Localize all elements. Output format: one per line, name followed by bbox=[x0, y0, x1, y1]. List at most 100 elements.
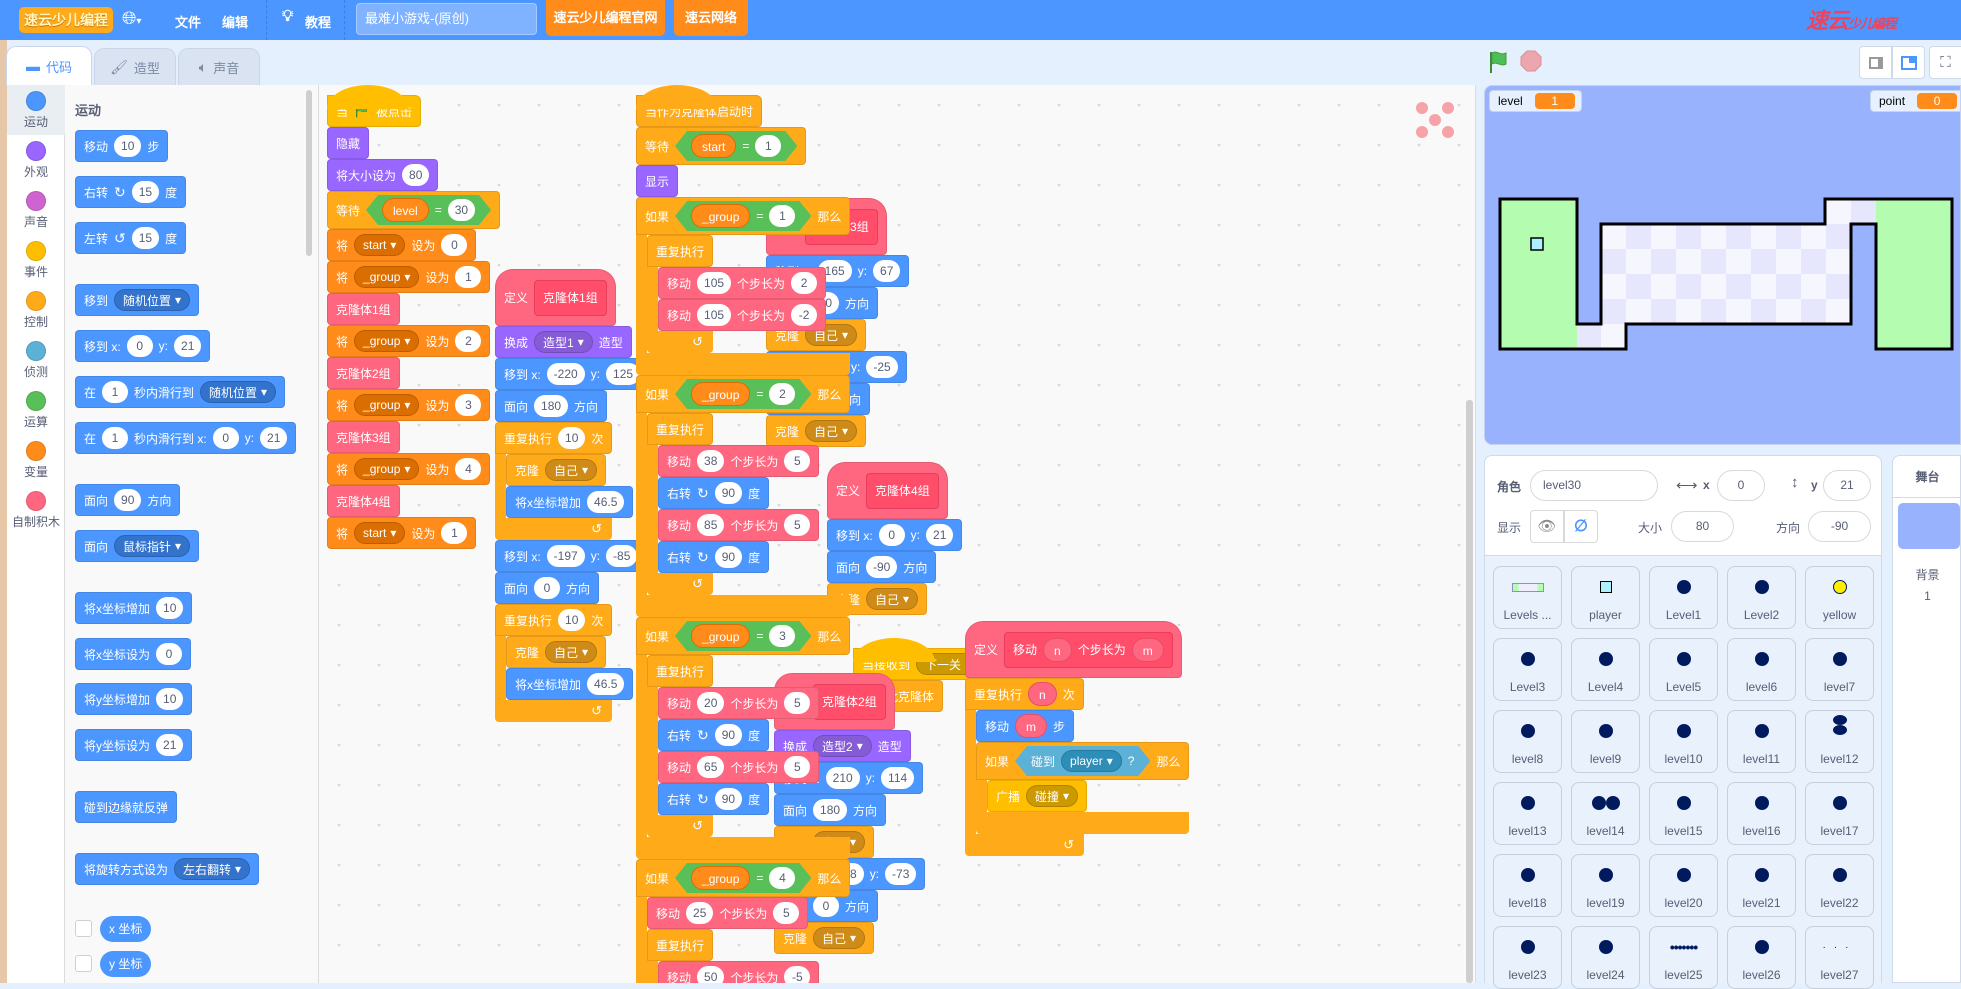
number-input[interactable]: 90 bbox=[114, 489, 142, 511]
y-input[interactable]: 21 bbox=[1823, 470, 1871, 501]
number-input[interactable]: 50 bbox=[697, 966, 725, 983]
code-block[interactable]: 等待 start = 1 bbox=[636, 127, 807, 165]
fullscreen-button[interactable]: ⛶ bbox=[1929, 46, 1961, 79]
variable-monitor-level[interactable]: level 1 bbox=[1489, 90, 1582, 112]
number-input[interactable]: 10 bbox=[156, 597, 184, 619]
c-block-header[interactable]: 如果 _group = 1 那么 bbox=[636, 197, 851, 235]
sprite-tile[interactable]: level17 bbox=[1805, 782, 1874, 845]
code-block[interactable]: 右转 ↻ 90 度 bbox=[658, 541, 770, 573]
sprite-tile[interactable]: Level1 bbox=[1649, 566, 1718, 629]
sprite-tile[interactable]: level23 bbox=[1493, 926, 1562, 989]
number-input[interactable]: 21 bbox=[156, 734, 184, 756]
menu-edit[interactable]: 编辑 bbox=[222, 12, 248, 31]
sprite-tile[interactable]: level26 bbox=[1727, 926, 1796, 989]
debug-dots-icon[interactable] bbox=[1410, 100, 1460, 140]
palette-block[interactable]: 将y坐标增加 10 bbox=[75, 683, 193, 715]
menu-file[interactable]: 文件 bbox=[175, 12, 201, 31]
sprite-tile[interactable]: level7 bbox=[1805, 638, 1874, 701]
sprite-tile[interactable]: level12 bbox=[1805, 710, 1874, 773]
sprite-tile[interactable]: level16 bbox=[1727, 782, 1796, 845]
number-input[interactable]: 21 bbox=[260, 427, 288, 449]
code-block[interactable]: 移动 10 步 bbox=[75, 130, 169, 162]
c-block-header[interactable]: 重复执行 n 次 bbox=[965, 678, 1084, 710]
code-block[interactable]: 克隆体1组 bbox=[327, 293, 400, 325]
touching-condition[interactable]: 碰到 player ▾? bbox=[1015, 746, 1150, 776]
number-input[interactable]: 105 bbox=[697, 304, 732, 326]
dropdown[interactable]: 随机位置 ▾ bbox=[114, 289, 191, 311]
if-block[interactable]: 如果_group=4那么移动25个步长为5重复执行移动50个步长为-5↺ bbox=[636, 859, 851, 983]
number-input[interactable]: 1 bbox=[102, 381, 129, 403]
equals-condition[interactable]: _group = 1 bbox=[675, 201, 811, 231]
argument-reporter[interactable]: n bbox=[1043, 637, 1072, 662]
number-input[interactable]: 1 bbox=[755, 135, 781, 157]
code-block[interactable]: 克隆自己▾ bbox=[506, 454, 607, 486]
if-block[interactable]: 如果 _group = 1 那么 重复执行 移动 105 个步长为 2 移动 105 个步长为 -2 ↺ bbox=[636, 197, 851, 375]
hide-sprite-button[interactable]: ∅ bbox=[1564, 510, 1598, 543]
number-input[interactable]: 2 bbox=[455, 330, 482, 352]
checkbox[interactable] bbox=[75, 955, 92, 972]
green-flag-icon[interactable] bbox=[1487, 50, 1511, 74]
c-block-header[interactable]: 重复执行 bbox=[647, 413, 714, 445]
number-input[interactable]: 30 bbox=[448, 199, 475, 221]
repeat-block[interactable]: 重复执行 移动 105 个步长为 2 移动 105 个步长为 -2 ↺ bbox=[647, 235, 827, 353]
sprite-name-input[interactable]: level30 bbox=[1530, 470, 1658, 501]
number-input[interactable]: 0 bbox=[441, 234, 468, 256]
code-block[interactable]: 右转 ↻ 90 度 bbox=[658, 477, 770, 509]
sprite-tile[interactable]: level19 bbox=[1571, 854, 1640, 917]
custom-block-prototype[interactable]: 克隆体4组 bbox=[866, 472, 939, 509]
c-block-header[interactable]: 重复执行 10 次 bbox=[495, 422, 613, 454]
number-input[interactable]: 1 bbox=[455, 266, 482, 288]
number-input[interactable]: 21 bbox=[174, 335, 202, 357]
sprite-tile[interactable]: level22 bbox=[1805, 854, 1874, 917]
number-input[interactable]: 21 bbox=[926, 524, 954, 546]
script-stack[interactable]: 当被点击 隐藏 将大小设为 80 等待 level = 30 将 start ▾ 设为 0 将 _group… bbox=[327, 85, 501, 549]
number-input[interactable]: 0 bbox=[212, 427, 239, 449]
palette-scrollbar[interactable] bbox=[306, 90, 312, 256]
c-block-header[interactable]: 如果 _group = 3 那么 bbox=[636, 617, 851, 655]
argument-reporter[interactable]: m bbox=[1131, 637, 1164, 662]
number-input[interactable]: 10 bbox=[558, 609, 586, 631]
code-block[interactable]: 将y坐标设为 21 bbox=[75, 729, 193, 761]
category-looks[interactable]: 外观 bbox=[7, 135, 65, 185]
code-block[interactable]: 面向 180 方向 bbox=[495, 390, 608, 422]
hat-block[interactable]: 当 被点击 bbox=[327, 85, 422, 127]
sprite-tile[interactable]: level24 bbox=[1571, 926, 1640, 989]
number-input[interactable]: 38 bbox=[697, 450, 725, 472]
code-block[interactable]: 将 start ▾ 设为 1 bbox=[327, 517, 477, 549]
dropdown[interactable]: 自己▾ bbox=[545, 641, 598, 663]
sprite-tile[interactable]: Level4 bbox=[1571, 638, 1640, 701]
dropdown[interactable]: 左右翻转 ▾ bbox=[174, 858, 251, 880]
number-input[interactable]: 90 bbox=[714, 546, 743, 568]
sprite-tile[interactable]: ··· level27 bbox=[1805, 926, 1874, 989]
repeat-block[interactable]: 重复执行移动50个步长为-5↺ bbox=[647, 929, 820, 983]
sprite-tile[interactable]: Level5 bbox=[1649, 638, 1718, 701]
script-area-scrollbar[interactable] bbox=[1466, 400, 1473, 983]
logo[interactable]: 速云少儿编程 bbox=[19, 7, 113, 33]
repeat-block[interactable]: 重复执行 10 次克隆 自己 ▾ 将x坐标增加 46.5 ↺ bbox=[495, 604, 634, 722]
argument-reporter[interactable]: n bbox=[1028, 682, 1057, 706]
sprite-tile[interactable]: Levels ... bbox=[1493, 566, 1562, 629]
variable-reporter[interactable]: _group bbox=[691, 624, 750, 648]
code-block[interactable]: 移到 x: 0 y: 21 bbox=[75, 330, 211, 362]
palette-block[interactable]: 移到 x: 0 y: 21 bbox=[75, 330, 211, 362]
c-block-header[interactable]: 重复执行 bbox=[647, 235, 714, 267]
number-input[interactable]: 125 bbox=[606, 363, 641, 385]
small-stage-button[interactable] bbox=[1859, 46, 1892, 79]
code-block[interactable]: 面向 鼠标指针 ▾ bbox=[75, 530, 200, 562]
code-block[interactable]: 换成 造型1 ▾ 造型 bbox=[495, 326, 632, 358]
variable-reporter[interactable]: _group bbox=[691, 382, 750, 406]
category-control[interactable]: 控制 bbox=[7, 285, 65, 335]
tab-code[interactable]: ▬ 代码 bbox=[6, 46, 92, 85]
sprite-tile[interactable]: level13 bbox=[1493, 782, 1562, 845]
define-block[interactable]: 定义 移动 n 个步长为 m bbox=[965, 621, 1182, 678]
code-block[interactable]: 移到 随机位置 ▾ bbox=[75, 284, 200, 316]
script-area[interactable]: 当被点击 隐藏 将大小设为 80 等待 level = 30 将 start ▾ 设为 0 将 _group… bbox=[319, 85, 1476, 983]
show-sprite-button[interactable]: 👁︎ bbox=[1530, 510, 1564, 543]
palette-block[interactable]: 将x坐标设为 0 bbox=[75, 638, 192, 670]
backdrop-thumbnail[interactable] bbox=[1898, 503, 1960, 549]
if-block[interactable]: 如果 _group = 2 那么 重复执行 移动 38 个步长为 5 右转 ↻ 90 度移动 85 个步长为 5… bbox=[636, 375, 851, 617]
number-input[interactable]: 5 bbox=[784, 692, 811, 714]
code-block[interactable]: 右转 ↻ 90 度 bbox=[658, 719, 770, 751]
variable-monitor-point[interactable]: point 0 bbox=[1870, 90, 1960, 112]
sprite-tile[interactable]: level11 bbox=[1727, 710, 1796, 773]
